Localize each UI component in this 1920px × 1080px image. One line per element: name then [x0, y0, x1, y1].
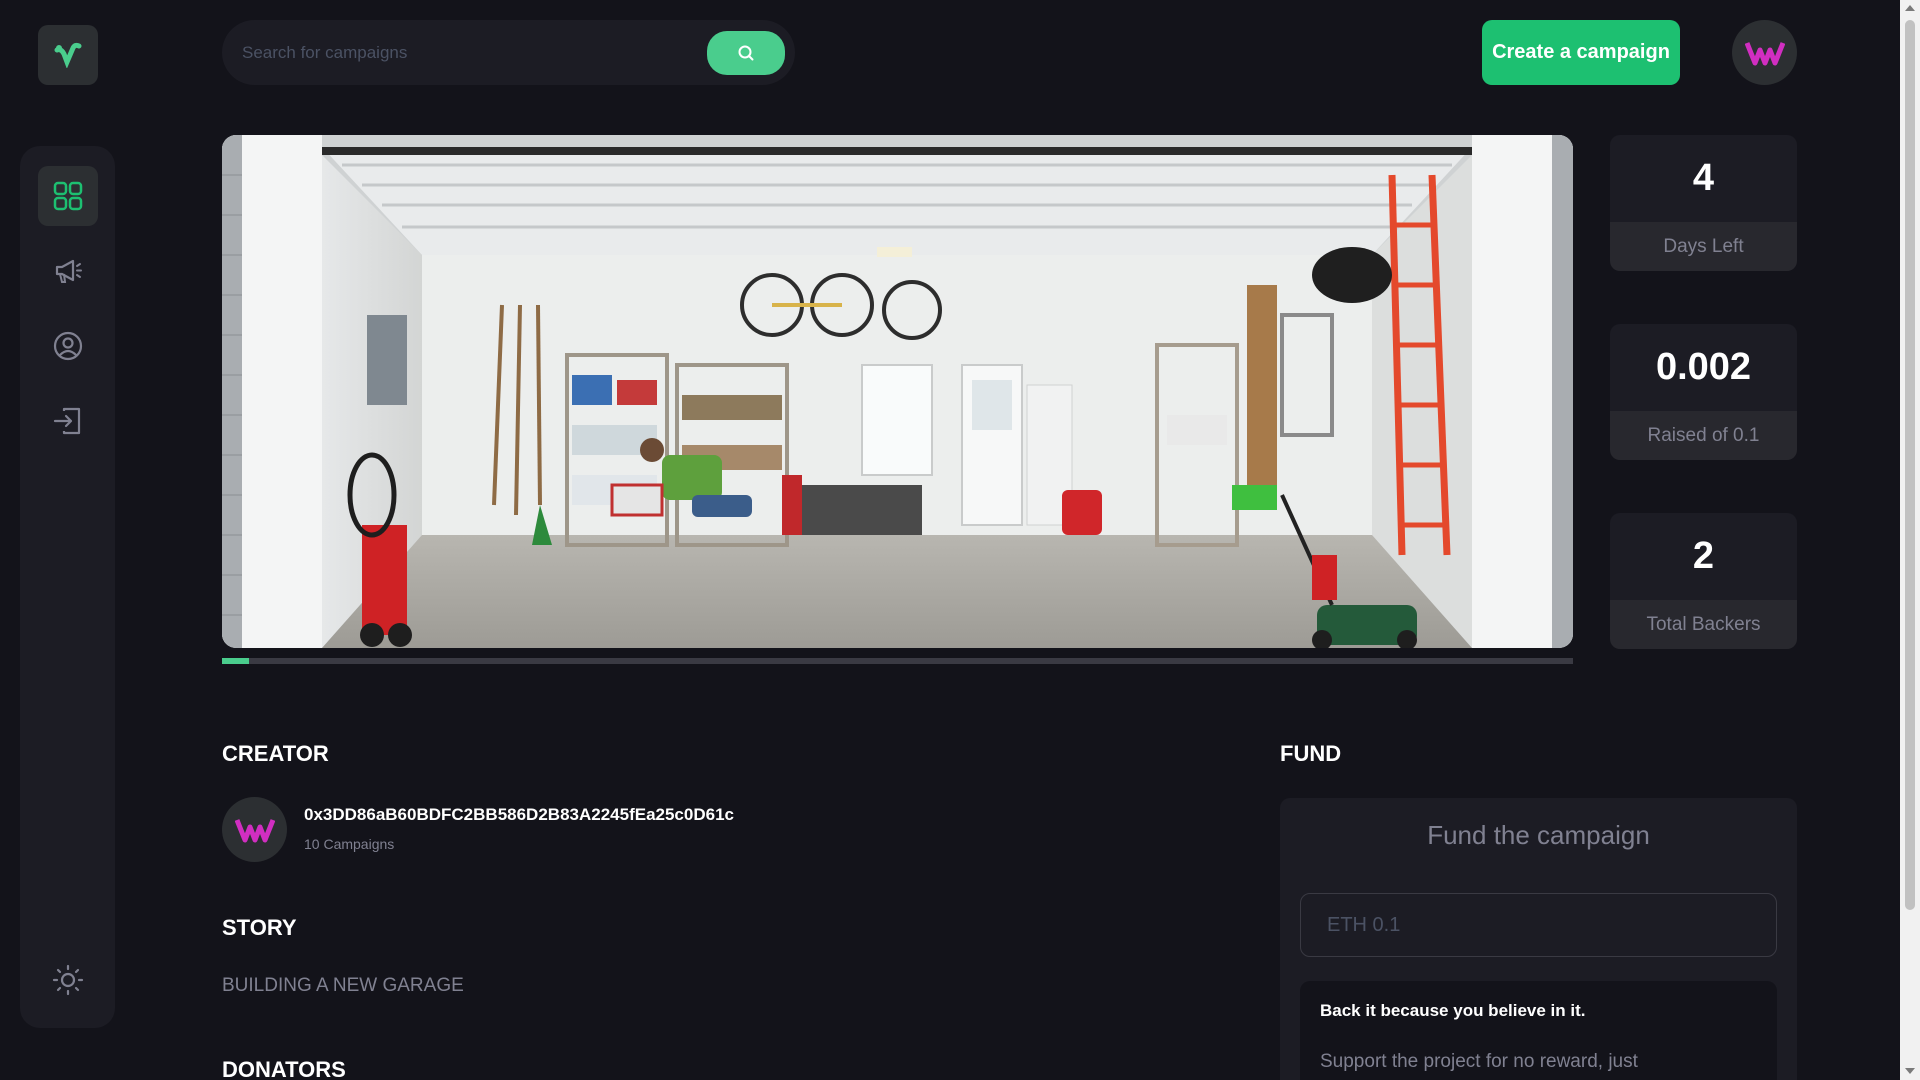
stat-days-left: 4 Days Left	[1610, 135, 1797, 271]
creator-heading: CREATOR	[222, 741, 329, 766]
profile-avatar[interactable]	[1732, 20, 1797, 85]
search-input[interactable]	[242, 42, 707, 63]
dashboard-icon	[53, 181, 83, 211]
search-bar	[222, 20, 795, 85]
scroll-thumb[interactable]	[1905, 20, 1915, 910]
megaphone-icon	[55, 259, 82, 283]
creator-avatar[interactable]	[222, 797, 287, 862]
fund-card: Fund the campaign Back it because you be…	[1280, 798, 1797, 1080]
story-text: BUILDING A NEW GARAGE	[222, 975, 464, 996]
creator-address: 0x3DD86aB60BDFC2BB586D2B83A2245fEa25c0D6…	[304, 805, 734, 824]
fund-note-title: Back it because you believe in it.	[1320, 1001, 1586, 1020]
app-logo[interactable]	[38, 25, 98, 85]
search-icon	[738, 45, 754, 60]
fund-amount-input[interactable]	[1300, 893, 1777, 957]
fund-heading: FUND	[1280, 741, 1342, 766]
stat-total-backers: 2 Total Backers	[1610, 513, 1797, 649]
sidebar	[20, 146, 115, 1028]
sidebar-item-logout[interactable]	[38, 391, 98, 451]
sun-icon	[52, 964, 84, 996]
page-scrollbar[interactable]	[1900, 0, 1920, 1080]
campaign-image	[222, 135, 1573, 648]
sidebar-item-campaigns[interactable]	[38, 241, 98, 301]
user-icon	[53, 331, 83, 361]
fund-card-title: Fund the campaign	[1427, 820, 1650, 850]
stat-value: 0.002	[1610, 324, 1797, 411]
garage-photo	[222, 135, 1573, 648]
creator-campaign-count: 10 Campaigns	[304, 836, 395, 852]
brand-logo-icon	[1744, 41, 1785, 65]
stat-label: Total Backers	[1610, 600, 1797, 649]
scroll-down-arrow-icon[interactable]	[1905, 1068, 1915, 1074]
logout-icon	[53, 407, 81, 435]
story-heading: STORY	[222, 915, 297, 940]
stat-value: 2	[1610, 513, 1797, 600]
fund-note-body: Support the project for no reward, just	[1320, 1051, 1638, 1072]
funding-progress-bar	[222, 658, 1573, 664]
stat-raised: 0.002 Raised of 0.1	[1610, 324, 1797, 460]
stat-label: Raised of 0.1	[1610, 411, 1797, 460]
stat-label: Days Left	[1610, 222, 1797, 271]
sidebar-item-dashboard[interactable]	[38, 166, 98, 226]
scroll-up-arrow-icon[interactable]	[1905, 5, 1915, 11]
sidebar-item-profile[interactable]	[38, 316, 98, 376]
theme-toggle[interactable]	[38, 950, 98, 1010]
create-campaign-button[interactable]: Create a campaign	[1482, 20, 1680, 85]
fund-note: Back it because you believe in it. Suppo…	[1300, 981, 1777, 1080]
donators-heading: DONATORS	[222, 1057, 346, 1080]
logo-icon	[54, 42, 82, 68]
search-button[interactable]	[707, 30, 785, 75]
stat-value: 4	[1610, 135, 1797, 222]
brand-logo-icon	[234, 818, 275, 842]
funding-progress-fill	[222, 658, 250, 664]
